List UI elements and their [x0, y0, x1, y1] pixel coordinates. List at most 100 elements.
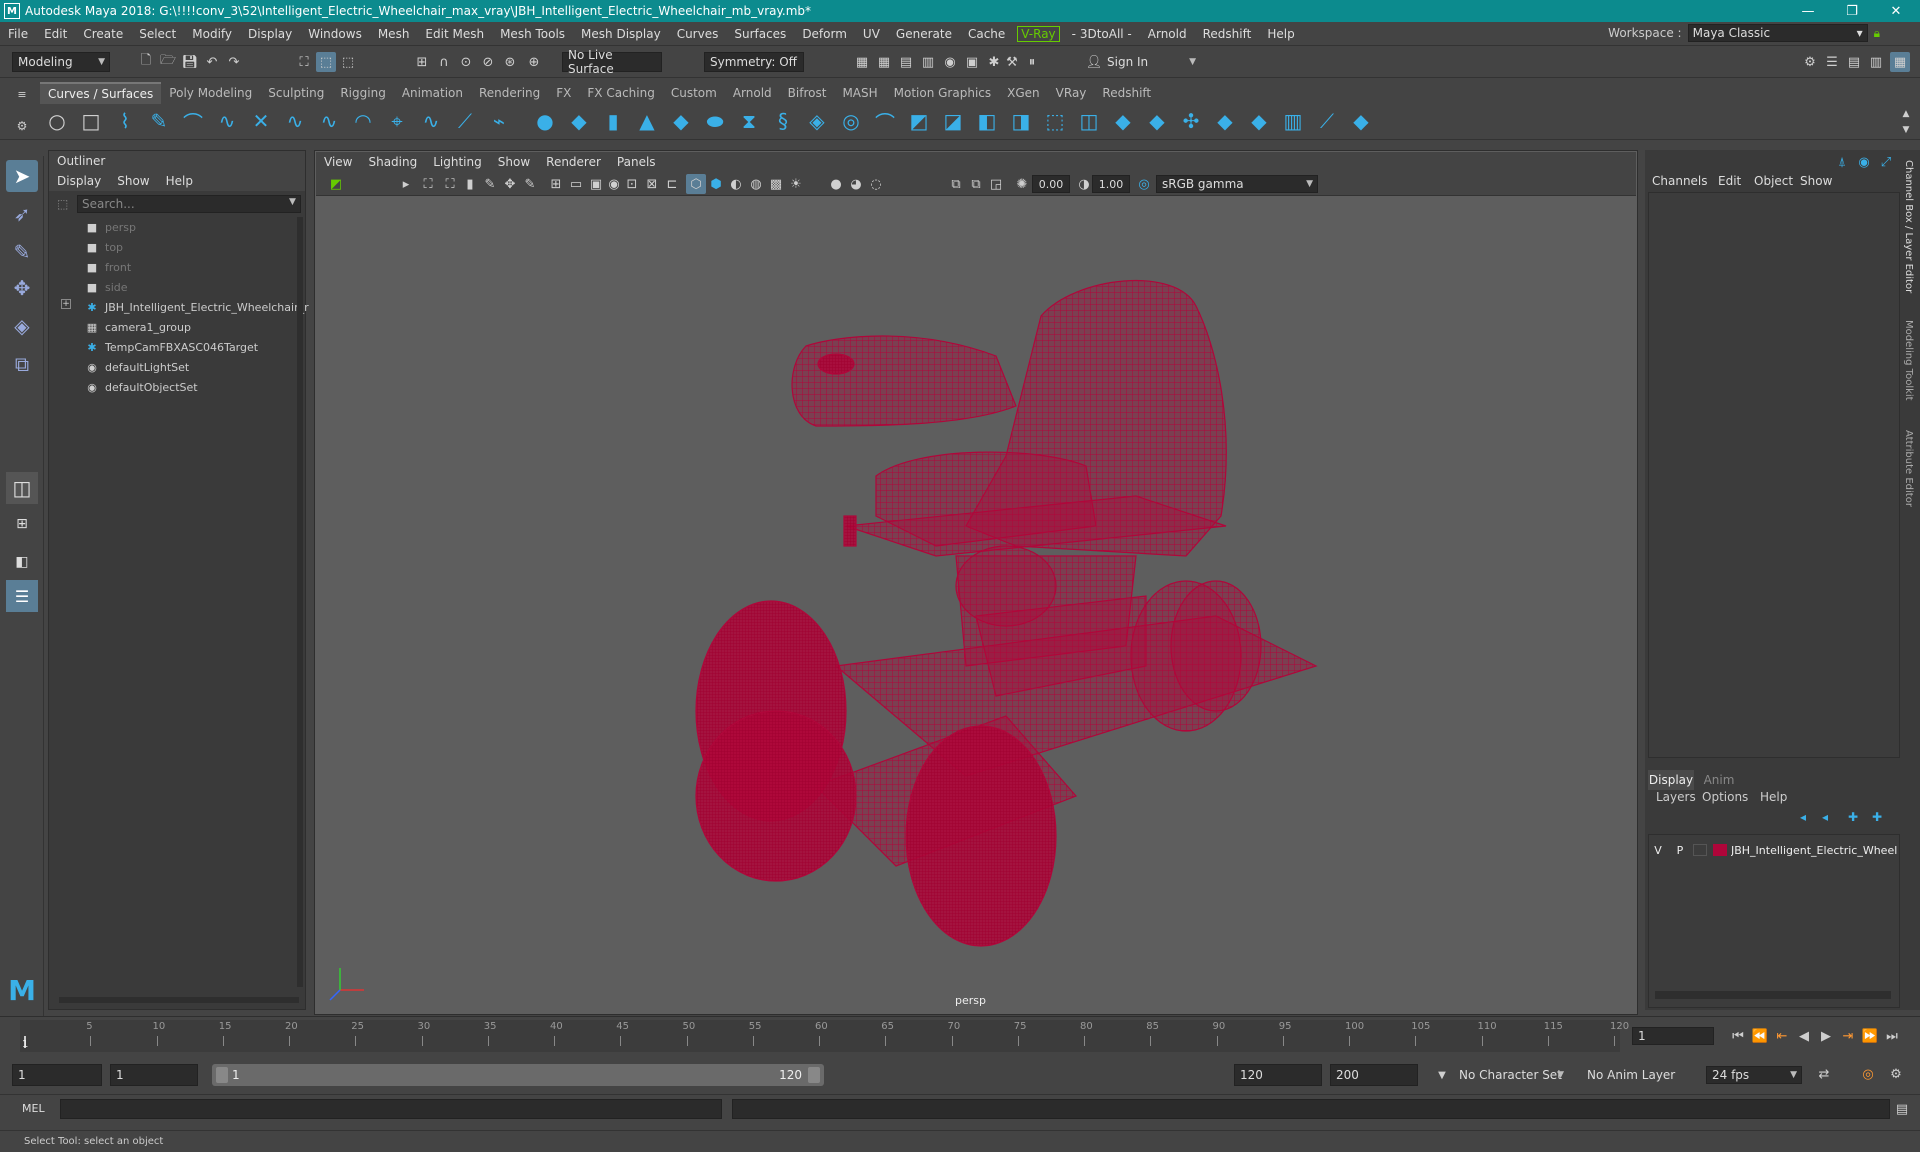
shelf-tab-arnold[interactable]: Arnold: [725, 82, 780, 104]
layer-options-menu[interactable]: Options: [1702, 790, 1748, 804]
trim-tool-icon[interactable]: ◫: [1076, 108, 1102, 134]
grease-pencil-icon[interactable]: ✎: [480, 174, 500, 194]
modeling-toolkit-icon[interactable]: ⚙: [1800, 52, 1820, 72]
symmetry-dropdown[interactable]: Symmetry: Off: [704, 52, 804, 72]
bezier-curve-icon[interactable]: ∿: [214, 108, 240, 134]
wheelchair-wireframe-model[interactable]: [695, 280, 1318, 947]
step-back-frame-icon[interactable]: ⏪: [1750, 1026, 1770, 1046]
curve-extend-icon[interactable]: ⌁: [486, 108, 512, 134]
channel-box-content[interactable]: [1648, 192, 1900, 758]
render-settings-icon[interactable]: ▥: [918, 52, 938, 72]
live-surface-field[interactable]: No Live Surface: [562, 48, 662, 76]
play-forwards-icon[interactable]: ▶: [1816, 1026, 1836, 1046]
exposure-field[interactable]: 0.00: [1032, 175, 1070, 193]
list-item[interactable]: ✱ JBH_Intelligent_Electric_Wheelchair_r: [85, 297, 308, 317]
animation-end-field[interactable]: 200: [1330, 1064, 1418, 1086]
two-view-layout-icon[interactable]: ◧: [6, 546, 38, 578]
outliner-menu-help[interactable]: Help: [158, 174, 201, 188]
menu-create[interactable]: Create: [75, 27, 131, 41]
nurbs-sphere-icon[interactable]: ●: [532, 108, 558, 134]
open-close-surface-icon[interactable]: ◆: [1246, 108, 1272, 134]
select-hierarchy-icon[interactable]: ⛶: [294, 52, 314, 72]
layer-display-type-toggle[interactable]: [1693, 844, 1707, 856]
channel-edit-menu[interactable]: Edit: [1718, 172, 1741, 190]
gamma-icon[interactable]: ◑: [1074, 174, 1094, 194]
move-layer-up-icon[interactable]: ◂: [1800, 810, 1806, 824]
menu-surfaces[interactable]: Surfaces: [726, 27, 794, 41]
channel-object-menu[interactable]: Object: [1754, 172, 1793, 190]
nurbs-circle-icon[interactable]: ○: [44, 108, 70, 134]
tool-settings-icon[interactable]: ▤: [1844, 52, 1864, 72]
detach-surface-icon[interactable]: ✣: [1178, 108, 1204, 134]
list-item[interactable]: ◉ defaultLightSet: [85, 357, 189, 377]
curve-reverse-icon[interactable]: ⌖: [384, 108, 410, 134]
menu-windows[interactable]: Windows: [300, 27, 370, 41]
render-view-icon[interactable]: ▦: [852, 52, 872, 72]
current-frame-field[interactable]: 1: [1632, 1027, 1714, 1045]
nurbs-square-icon[interactable]: □: [78, 108, 104, 134]
shelf-tab-motion-graphics[interactable]: Motion Graphics: [886, 82, 1000, 104]
channel-box-help-icon[interactable]: ⤢: [1876, 152, 1896, 172]
save-scene-icon[interactable]: 💾︎: [180, 52, 200, 72]
layer-name[interactable]: JBH_Intelligent_Electric_Wheel: [1731, 844, 1897, 857]
extrude-icon[interactable]: ◎: [838, 108, 864, 134]
viewport-menu-view[interactable]: View: [316, 155, 360, 169]
layer-color-swatch[interactable]: [1713, 844, 1727, 856]
step-forward-frame-icon[interactable]: ⏩: [1860, 1026, 1880, 1046]
shelf-tab-mash[interactable]: MASH: [834, 82, 885, 104]
list-item[interactable]: ✱ TempCamFBXASC046Target: [85, 337, 258, 357]
move-layer-down-icon[interactable]: ◂: [1822, 810, 1828, 824]
motion-blur-icon[interactable]: ◌: [866, 174, 886, 194]
attach-surface-icon[interactable]: ◆: [1144, 108, 1170, 134]
anim-layer-dropdown[interactable]: No Anim Layer: [1582, 1064, 1694, 1086]
menu-3dtoall[interactable]: - 3DtoAll -: [1064, 27, 1140, 41]
scale-tool-icon[interactable]: ⧉: [6, 348, 38, 380]
workspace-dropdown[interactable]: Maya Classic ▾: [1687, 24, 1868, 42]
menu-edit[interactable]: Edit: [36, 27, 75, 41]
view-transform-dropdown[interactable]: sRGB gamma ▼: [1156, 175, 1318, 193]
four-view-layout-icon[interactable]: ⊞: [6, 508, 38, 540]
layers-menu[interactable]: Layers: [1656, 790, 1696, 804]
layer-help-menu[interactable]: Help: [1760, 790, 1787, 804]
list-item[interactable]: ■ top: [85, 237, 123, 257]
layer-visibility-toggle[interactable]: V: [1649, 844, 1667, 857]
user-icon[interactable]: 👤︎: [1084, 52, 1104, 72]
step-forward-key-icon[interactable]: ⇥: [1838, 1026, 1858, 1046]
shelf-tab-rigging[interactable]: Rigging: [332, 82, 393, 104]
ep-curve-icon[interactable]: ⌇: [112, 108, 138, 134]
layer-playback-toggle[interactable]: P: [1671, 844, 1689, 857]
exposure-icon[interactable]: ✺: [1012, 174, 1032, 194]
snap-curve-icon[interactable]: ∩: [434, 52, 454, 72]
surface-intersect-icon[interactable]: ◨: [1008, 108, 1034, 134]
viewport-menu-lighting[interactable]: Lighting: [425, 155, 490, 169]
color-management-icon[interactable]: ◎: [1134, 174, 1154, 194]
smooth-shade-icon[interactable]: ⬢: [706, 174, 726, 194]
command-input[interactable]: [60, 1099, 722, 1119]
list-item[interactable]: ◉ defaultObjectSet: [85, 377, 197, 397]
side-tab-attribute-editor[interactable]: Attribute Editor: [1903, 430, 1914, 507]
menu-mesh[interactable]: Mesh: [370, 27, 418, 41]
shelf-tab-fx-caching[interactable]: FX Caching: [579, 82, 662, 104]
loft-icon[interactable]: §: [770, 108, 796, 134]
list-item[interactable]: ■ front: [85, 257, 131, 277]
ambient-occlusion-icon[interactable]: ◕: [846, 174, 866, 194]
fps-dropdown[interactable]: 24 fps ▼: [1706, 1066, 1802, 1084]
chevron-down-icon[interactable]: ▼: [289, 197, 296, 207]
shelf-tab-curves-surfaces[interactable]: Curves / Surfaces: [40, 82, 162, 104]
outliner-menu-show[interactable]: Show: [109, 174, 157, 188]
side-tab-modeling-toolkit[interactable]: Modeling Toolkit: [1903, 320, 1914, 401]
go-to-end-icon[interactable]: ⏭: [1882, 1026, 1902, 1046]
curve-attach-icon[interactable]: ✕: [248, 108, 274, 134]
viewport-menu-renderer[interactable]: Renderer: [538, 155, 609, 169]
snap-live-icon[interactable]: ⊕: [524, 52, 544, 72]
nurbs-cylinder-icon[interactable]: ▮: [600, 108, 626, 134]
shelf-tab-fx[interactable]: FX: [548, 82, 579, 104]
layer-horizontal-scrollbar[interactable]: [1655, 991, 1891, 999]
step-back-key-icon[interactable]: ⇤: [1772, 1026, 1792, 1046]
birail-icon[interactable]: ⌒: [872, 108, 898, 135]
playback-end-field[interactable]: 120: [1234, 1064, 1322, 1086]
snap-surface-icon[interactable]: ⊛: [500, 52, 520, 72]
ipr-render-icon[interactable]: ▤: [896, 52, 916, 72]
shelf-tab-bifrost[interactable]: Bifrost: [780, 82, 835, 104]
curve-detach-icon[interactable]: ∿: [282, 108, 308, 134]
